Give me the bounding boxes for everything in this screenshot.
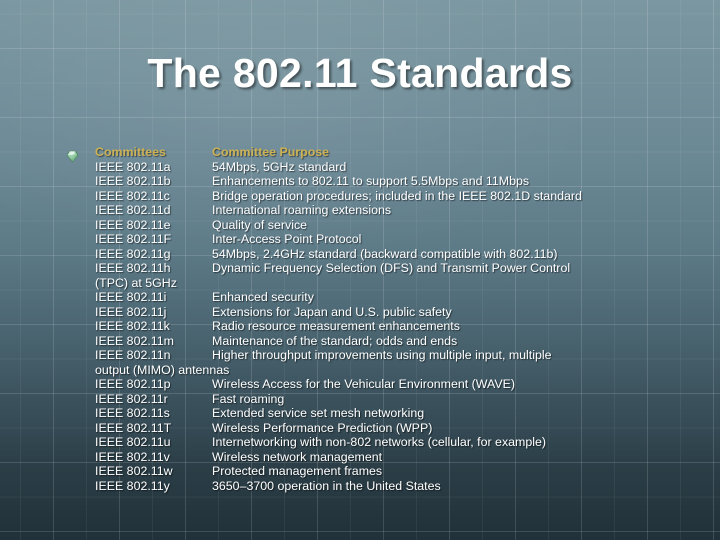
table-row: IEEE 802.11g 54Mbps, 2.4GHz standard (bac… [95, 247, 708, 262]
committee-purpose: International roaming extensions [212, 203, 392, 217]
table-row: IEEE 802.11m Maintenance of the standard;… [95, 334, 708, 349]
committee-continuation: output (MIMO) antennas [95, 362, 230, 377]
table-row: IEEE 802.11r Fast roaming [95, 392, 708, 407]
table-rows: IEEE 802.11a 54Mbps, 5GHz standard IEEE 80… [95, 160, 708, 494]
committee-name: IEEE 802.11j [95, 304, 167, 319]
committee-name: IEEE 802.11v [95, 449, 170, 464]
committee-purpose: 3650–3700 operation in the United States [212, 478, 441, 493]
slide-title: The 802.11 Standards [147, 50, 573, 96]
table-row: IEEE 802.11j Extensions for Japan and U.S… [95, 305, 708, 320]
committee-purpose: Dynamic Frequency Selection (DFS) and Tr… [212, 261, 571, 275]
table-row: IEEE 802.11d International roaming extens… [95, 203, 708, 218]
committee-purpose: Quality of service [212, 217, 308, 232]
committee-name: IEEE 802.11m [95, 333, 174, 348]
table-row: IEEE 802.11a 54Mbps, 5GHz standard [95, 160, 708, 175]
committee-purpose: Wireless Access for the Vehicular Enviro… [212, 377, 515, 391]
committee-purpose: Higher throughput improvements using mul… [212, 348, 552, 362]
committee-purpose: Wireless Performance Prediction (WPP) [212, 420, 433, 435]
committee-name: IEEE 802.11k [95, 319, 170, 333]
committee-purpose: 54Mbps, 5GHz standard [212, 159, 347, 174]
committee-name: IEEE 802.11T [95, 420, 172, 435]
committee-name: IEEE 802.11a [95, 159, 171, 174]
table-row: IEEE 802.11w Protected management frames [95, 464, 708, 479]
committee-purpose: Enhancements to 802.11 to support 5.5Mbp… [212, 174, 530, 188]
committee-name: IEEE 802.11u [95, 435, 171, 449]
committee-purpose: Enhanced security [212, 290, 314, 304]
table-row: IEEE 802.11p Wireless Access for the Vehi… [95, 377, 708, 392]
column-header-committees: Committees [95, 145, 166, 159]
committee-name: IEEE 802.11c [95, 188, 170, 203]
table-row: IEEE 802.11i Enhanced security [95, 290, 708, 305]
committee-purpose: Wireless network management [212, 449, 383, 464]
committee-purpose: Inter-Access Point Protocol [212, 232, 362, 246]
committee-name: IEEE 802.11h [95, 261, 171, 275]
committee-purpose: 54Mbps, 2.4GHz standard (backward compat… [212, 246, 558, 261]
table-row: IEEE 802.11F Inter-Access Point Protocol [95, 232, 708, 247]
table-header-row: Committees Committee Purpose [95, 145, 708, 160]
committee-name: IEEE 802.11w [95, 464, 173, 478]
committee-purpose: Bridge operation procedures; included in… [212, 188, 582, 203]
bullet-content-row: Committees Committee Purpose IEEE 802.11… [66, 145, 708, 494]
committee-name: IEEE 802.11p [95, 377, 171, 391]
committee-purpose: Maintenance of the standard; odds and en… [212, 333, 458, 348]
table-row: IEEE 802.11k Radio resource measurement e… [95, 319, 708, 334]
committee-name: IEEE 802.11r [95, 391, 168, 406]
committee-name: IEEE 802.11s [95, 406, 170, 420]
gem-bullet-icon [66, 150, 79, 163]
table-row: IEEE 802.11n Higher throughput improveme… [95, 348, 708, 363]
committee-purpose: Protected management frames [212, 464, 383, 478]
standards-table: Committees Committee Purpose IEEE 802.11… [95, 145, 708, 493]
table-row: IEEE 802.11v Wireless network management [95, 450, 708, 465]
committee-name: IEEE 802.11F [95, 232, 172, 246]
table-row: (TPC) at 5GHz [95, 276, 708, 291]
committee-purpose: Fast roaming [212, 391, 285, 406]
column-header-purpose: Committee Purpose [212, 145, 330, 159]
committee-name: IEEE 802.11i [95, 290, 167, 304]
table-row: IEEE 802.11e Quality of service [95, 218, 708, 233]
committee-purpose: Internetworking with non-802 networks (c… [212, 435, 547, 449]
committee-purpose: Extended service set mesh networking [212, 406, 425, 420]
committee-name: IEEE 802.11g [95, 246, 171, 261]
committee-name: IEEE 802.11e [95, 217, 171, 232]
table-row: IEEE 802.11u Internetworking with non-802… [95, 435, 708, 450]
table-row: IEEE 802.11c Bridge operation procedures;… [95, 189, 708, 204]
committee-name: IEEE 802.11n [95, 348, 171, 362]
committee-name: IEEE 802.11d [95, 203, 171, 217]
table-row: IEEE 802.11T Wireless Performance Predict… [95, 421, 708, 436]
table-row: IEEE 802.11y 3650–3700 operation in the U… [95, 479, 708, 494]
table-row: IEEE 802.11b Enhancements to 802.11 to su… [95, 174, 708, 189]
committee-continuation: (TPC) at 5GHz [95, 275, 177, 290]
slide-canvas: The 802.11 Standards Committees Committe… [0, 0, 720, 540]
committee-name: IEEE 802.11b [95, 174, 171, 188]
table-row: output (MIMO) antennas [95, 363, 708, 378]
committee-purpose: Radio resource measurement enhancements [212, 319, 460, 333]
table-row: IEEE 802.11h Dynamic Frequency Selection … [95, 261, 708, 276]
table-row: IEEE 802.11s Extended service set mesh ne… [95, 406, 708, 421]
committee-purpose: Extensions for Japan and U.S. public saf… [212, 304, 452, 319]
committee-name: IEEE 802.11y [95, 478, 170, 493]
